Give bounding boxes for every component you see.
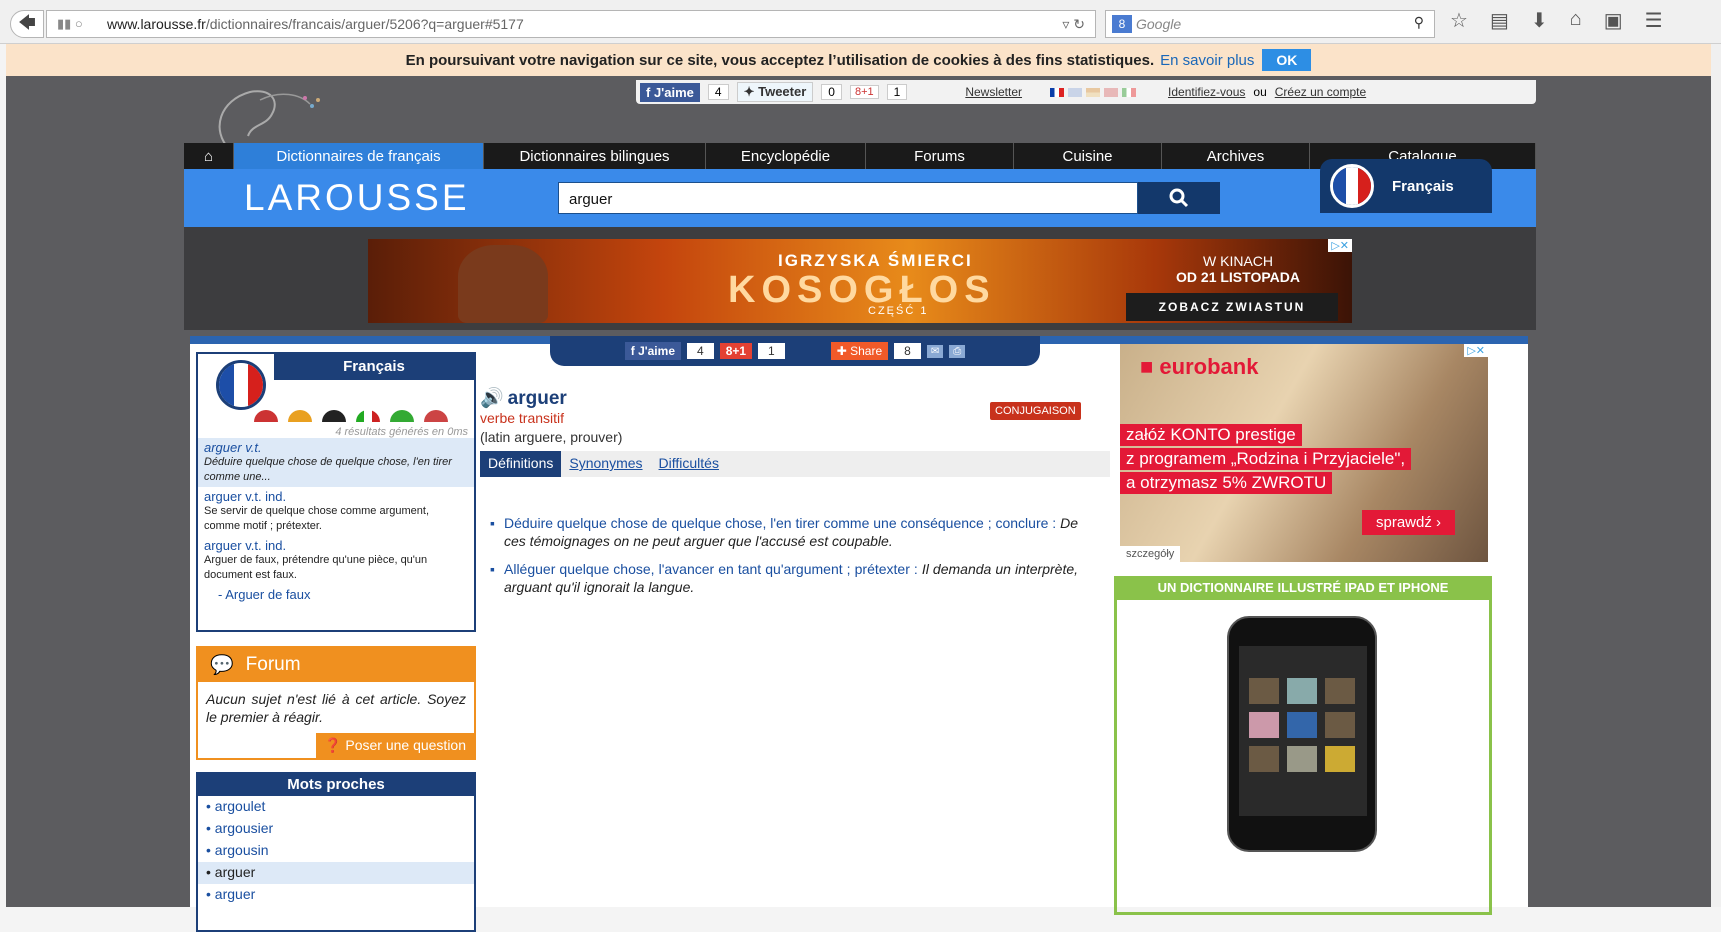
nearby-word[interactable]: • argoulet — [198, 796, 474, 818]
ad-close-icon[interactable]: ▷✕ — [1464, 344, 1488, 357]
language-flag-row[interactable] — [228, 410, 474, 422]
menu-icon[interactable]: ☰ — [1645, 8, 1663, 33]
result-item[interactable]: arguer v.t. ind. Se servir de quelque ch… — [198, 487, 474, 536]
nearby-word[interactable]: • arguer — [198, 862, 474, 884]
definition-tabs: Définitions Synonymes Difficultés — [480, 451, 1110, 477]
result-subitem[interactable]: - Arguer de faux — [198, 585, 474, 604]
site-header: LAROUSSE arguer Français — [184, 159, 1536, 227]
nav-dict-fr[interactable]: Dictionnaires de français — [234, 143, 484, 169]
login-link[interactable]: Identifiez-vous — [1168, 85, 1245, 99]
conjugation-button[interactable]: CONJUGAISON — [990, 402, 1081, 420]
ad-close-icon[interactable]: ▷✕ — [1328, 239, 1352, 252]
search-input[interactable]: arguer — [558, 182, 1138, 214]
speaker-icon[interactable]: 🔊 — [480, 388, 504, 409]
tab-difficultes[interactable]: Difficultés — [651, 451, 727, 477]
nav-dict-bilingual[interactable]: Dictionnaires bilingues — [484, 143, 706, 169]
url-bar[interactable]: ▮▮ ○ www.larousse.fr/dictionnaires/franc… — [46, 10, 1096, 38]
language-flags[interactable] — [1050, 87, 1137, 97]
facebook-like-button[interactable]: f J'aime — [624, 342, 681, 360]
gplus-button[interactable]: 8+1 — [849, 85, 879, 99]
iphone-image — [1227, 616, 1377, 852]
nearby-words-box: Mots proches • argoulet • argousier • ar… — [196, 772, 476, 932]
definitions-list: Déduire quelque chose de quelque chose, … — [490, 514, 1078, 606]
browser-search[interactable]: 8 Google ⚲ — [1105, 10, 1435, 38]
french-flag-icon — [1330, 164, 1374, 208]
nav-home-icon[interactable]: ⌂ — [184, 143, 234, 169]
results-meta: 4 résultats générés en 0ms — [335, 426, 468, 438]
share-bar: f J'aime 4 8+1 1 ✚ Share 8 ✉ ⎙ — [550, 336, 1040, 366]
cookie-ok-button[interactable]: OK — [1262, 49, 1312, 71]
bank-ad[interactable]: ■ eurobank załóż KONTO prestige z progra… — [1120, 344, 1488, 562]
forum-text: Aucun sujet n'est lié à cet article. Soy… — [206, 691, 466, 725]
nearby-word[interactable]: • argousier — [198, 818, 474, 840]
nav-cuisine[interactable]: Cuisine — [1014, 143, 1162, 169]
brand-logo[interactable]: LAROUSSE — [244, 177, 470, 219]
bank-details-link[interactable]: szczegóły — [1120, 546, 1181, 562]
definition-item: Déduire quelque chose de quelque chose, … — [490, 514, 1078, 550]
home-icon[interactable]: ⌂ — [1570, 8, 1582, 33]
language-tab[interactable]: Français — [1320, 159, 1492, 213]
nav-archives[interactable]: Archives — [1162, 143, 1310, 169]
french-flag-icon — [216, 360, 266, 410]
reload-icon[interactable]: ▿ ↻ — [1062, 16, 1085, 33]
result-item[interactable]: arguer v.t. Déduire quelque chose de que… — [198, 438, 474, 487]
result-item[interactable]: arguer v.t. ind. Arguer de faux, prétend… — [198, 536, 474, 585]
cookie-banner: En poursuivant votre navigation sur ce s… — [6, 44, 1711, 76]
ask-question-button[interactable]: ❓ Poser une question — [316, 733, 474, 758]
search-icon — [1169, 188, 1189, 208]
search-button[interactable] — [1138, 182, 1220, 214]
etymology: (latin arguere, prouver) — [480, 429, 623, 445]
bookmark-star-icon[interactable]: ☆ — [1450, 8, 1468, 33]
gplus-button[interactable]: 8+1 — [719, 343, 753, 359]
content-area: Français 4 résultats générés en 0ms argu… — [190, 336, 1528, 932]
tab-synonymes[interactable]: Synonymes — [561, 451, 650, 477]
nav-encyclopedie[interactable]: Encyclopédie — [706, 143, 866, 169]
gplus-count: 1 — [886, 84, 908, 100]
tab-definitions[interactable]: Définitions — [480, 451, 562, 477]
mail-icon[interactable]: ✉ — [926, 344, 944, 358]
back-button[interactable]: 🡄 — [10, 10, 44, 38]
download-icon[interactable]: ⬇ — [1531, 8, 1548, 33]
search-engine-icon[interactable]: 8 — [1112, 15, 1132, 33]
movie-ad-banner[interactable]: IGRZYSKA ŚMIERCI KOSOGŁOS CZĘŚĆ 1 W KINA… — [368, 239, 1352, 323]
create-account-link[interactable]: Créez un compte — [1275, 85, 1366, 99]
browser-toolbar: 🡄 ▮▮ ○ www.larousse.fr/dictionnaires/fra… — [0, 0, 1721, 44]
larousse-sower-logo — [218, 90, 320, 151]
ad-band: IGRZYSKA ŚMIERCI KOSOGŁOS CZĘŚĆ 1 W KINA… — [184, 227, 1536, 330]
tweet-button[interactable]: ✦ Tweeter — [736, 82, 814, 102]
headword: 🔊 arguer — [480, 388, 567, 409]
cookie-more-link[interactable]: En savoir plus — [1160, 52, 1254, 69]
newsletter-link[interactable]: Newsletter — [965, 85, 1022, 99]
nearby-word[interactable]: • arguer — [198, 884, 474, 906]
print-icon[interactable]: ⎙ — [949, 344, 966, 358]
definition-item: Alléguer quelque chose, l'avancer en tan… — [490, 560, 1078, 596]
url-text: www.larousse.fr/dictionnaires/francais/a… — [107, 16, 524, 32]
bank-cta-button[interactable]: sprawdź › — [1362, 510, 1456, 535]
app-promo[interactable]: UN DICTIONNAIRE ILLUSTRÉ IPAD ET IPHONE — [1114, 576, 1492, 915]
tweet-count: 0 — [821, 84, 842, 100]
part-of-speech: verbe transitif — [480, 410, 565, 426]
pocket-icon[interactable]: ▣ — [1604, 8, 1623, 33]
top-social-bar: f J'aime 4 ✦ Tweeter 0 8+1 1 Newsletter … — [636, 80, 1536, 104]
identity-icons[interactable]: ▮▮ ○ — [47, 16, 107, 32]
share-button[interactable]: ✚ Share — [830, 342, 889, 360]
results-box: Français 4 résultats générés en 0ms argu… — [196, 352, 476, 632]
scrollbar[interactable] — [1711, 44, 1721, 907]
cookie-text: En poursuivant votre navigation sur ce s… — [405, 51, 1155, 69]
forum-box: 💬 Forum Aucun sujet n'est lié à cet artic… — [196, 646, 476, 760]
facebook-like-button[interactable]: f J'aime — [640, 82, 700, 102]
ad-cta[interactable]: ZOBACZ ZWIASTUN — [1126, 293, 1338, 321]
search-icon[interactable]: ⚲ — [1414, 14, 1424, 31]
or-text: ou — [1253, 85, 1267, 99]
nearby-word[interactable]: • argousin — [198, 840, 474, 862]
eurobank-logo: ■ eurobank — [1140, 354, 1259, 379]
reading-list-icon[interactable]: ▤ — [1490, 8, 1509, 33]
ad-image — [458, 245, 548, 323]
like-count: 4 — [707, 84, 729, 100]
nav-forums[interactable]: Forums — [866, 143, 1014, 169]
speech-bubble-icon: 💬 — [210, 655, 234, 676]
